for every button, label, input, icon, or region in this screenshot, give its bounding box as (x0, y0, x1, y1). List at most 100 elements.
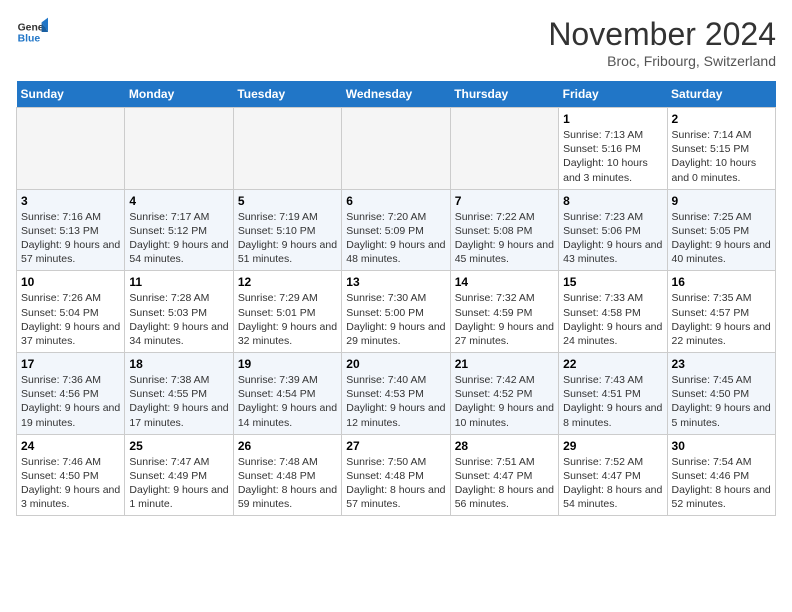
day-info: Sunrise: 7:54 AM Sunset: 4:46 PM Dayligh… (672, 455, 771, 512)
calendar-cell: 2 Sunrise: 7:14 AM Sunset: 5:15 PM Daylig… (667, 108, 775, 190)
svg-text:Blue: Blue (18, 34, 41, 45)
calendar-cell: 14 Sunrise: 7:32 AM Sunset: 4:59 PM Dayli… (450, 271, 558, 353)
day-number: 7 (455, 194, 554, 208)
day-info: Sunrise: 7:16 AM Sunset: 5:13 PM Dayligh… (21, 210, 120, 267)
day-info: Sunrise: 7:26 AM Sunset: 5:04 PM Dayligh… (21, 291, 120, 348)
calendar-cell: 23 Sunrise: 7:45 AM Sunset: 4:50 PM Dayli… (667, 353, 775, 435)
calendar-cell: 4 Sunrise: 7:17 AM Sunset: 5:12 PM Daylig… (125, 189, 233, 271)
month-title: November 2024 (548, 16, 776, 53)
calendar-cell: 5 Sunrise: 7:19 AM Sunset: 5:10 PM Daylig… (233, 189, 341, 271)
day-number: 21 (455, 357, 554, 371)
day-number: 4 (129, 194, 228, 208)
day-info: Sunrise: 7:51 AM Sunset: 4:47 PM Dayligh… (455, 455, 554, 512)
day-info: Sunrise: 7:46 AM Sunset: 4:50 PM Dayligh… (21, 455, 120, 512)
day-info: Sunrise: 7:28 AM Sunset: 5:03 PM Dayligh… (129, 291, 228, 348)
calendar-cell: 15 Sunrise: 7:33 AM Sunset: 4:58 PM Dayli… (559, 271, 667, 353)
day-number: 9 (672, 194, 771, 208)
day-info: Sunrise: 7:20 AM Sunset: 5:09 PM Dayligh… (346, 210, 445, 267)
calendar-cell (450, 108, 558, 190)
day-info: Sunrise: 7:43 AM Sunset: 4:51 PM Dayligh… (563, 373, 662, 430)
day-number: 16 (672, 275, 771, 289)
day-number: 2 (672, 112, 771, 126)
day-number: 19 (238, 357, 337, 371)
calendar-cell: 7 Sunrise: 7:22 AM Sunset: 5:08 PM Daylig… (450, 189, 558, 271)
day-info: Sunrise: 7:35 AM Sunset: 4:57 PM Dayligh… (672, 291, 771, 348)
week-row-4: 17 Sunrise: 7:36 AM Sunset: 4:56 PM Dayli… (17, 353, 776, 435)
calendar-cell: 17 Sunrise: 7:36 AM Sunset: 4:56 PM Dayli… (17, 353, 125, 435)
day-info: Sunrise: 7:23 AM Sunset: 5:06 PM Dayligh… (563, 210, 662, 267)
day-info: Sunrise: 7:17 AM Sunset: 5:12 PM Dayligh… (129, 210, 228, 267)
calendar-cell: 30 Sunrise: 7:54 AM Sunset: 4:46 PM Dayli… (667, 434, 775, 516)
calendar-cell (125, 108, 233, 190)
day-info: Sunrise: 7:45 AM Sunset: 4:50 PM Dayligh… (672, 373, 771, 430)
calendar-cell: 24 Sunrise: 7:46 AM Sunset: 4:50 PM Dayli… (17, 434, 125, 516)
calendar-cell: 6 Sunrise: 7:20 AM Sunset: 5:09 PM Daylig… (342, 189, 450, 271)
calendar-table: SundayMondayTuesdayWednesdayThursdayFrid… (16, 81, 776, 516)
day-info: Sunrise: 7:42 AM Sunset: 4:52 PM Dayligh… (455, 373, 554, 430)
day-number: 10 (21, 275, 120, 289)
calendar-cell: 10 Sunrise: 7:26 AM Sunset: 5:04 PM Dayli… (17, 271, 125, 353)
day-info: Sunrise: 7:29 AM Sunset: 5:01 PM Dayligh… (238, 291, 337, 348)
day-info: Sunrise: 7:13 AM Sunset: 5:16 PM Dayligh… (563, 128, 662, 185)
day-number: 20 (346, 357, 445, 371)
location-subtitle: Broc, Fribourg, Switzerland (548, 53, 776, 69)
weekday-header-thursday: Thursday (450, 81, 558, 108)
day-info: Sunrise: 7:25 AM Sunset: 5:05 PM Dayligh… (672, 210, 771, 267)
day-info: Sunrise: 7:47 AM Sunset: 4:49 PM Dayligh… (129, 455, 228, 512)
weekday-header-friday: Friday (559, 81, 667, 108)
day-number: 11 (129, 275, 228, 289)
calendar-cell: 26 Sunrise: 7:48 AM Sunset: 4:48 PM Dayli… (233, 434, 341, 516)
calendar-cell: 13 Sunrise: 7:30 AM Sunset: 5:00 PM Dayli… (342, 271, 450, 353)
day-info: Sunrise: 7:48 AM Sunset: 4:48 PM Dayligh… (238, 455, 337, 512)
day-number: 24 (21, 439, 120, 453)
weekday-header-row: SundayMondayTuesdayWednesdayThursdayFrid… (17, 81, 776, 108)
calendar-cell (233, 108, 341, 190)
day-number: 28 (455, 439, 554, 453)
calendar-cell: 11 Sunrise: 7:28 AM Sunset: 5:03 PM Dayli… (125, 271, 233, 353)
logo-icon: General Blue (16, 16, 48, 48)
calendar-cell: 22 Sunrise: 7:43 AM Sunset: 4:51 PM Dayli… (559, 353, 667, 435)
day-number: 23 (672, 357, 771, 371)
day-number: 1 (563, 112, 662, 126)
day-info: Sunrise: 7:33 AM Sunset: 4:58 PM Dayligh… (563, 291, 662, 348)
calendar-cell (342, 108, 450, 190)
page-header: General Blue November 2024 Broc, Fribour… (16, 16, 776, 69)
day-number: 14 (455, 275, 554, 289)
day-info: Sunrise: 7:14 AM Sunset: 5:15 PM Dayligh… (672, 128, 771, 185)
day-info: Sunrise: 7:19 AM Sunset: 5:10 PM Dayligh… (238, 210, 337, 267)
day-number: 13 (346, 275, 445, 289)
day-number: 5 (238, 194, 337, 208)
week-row-3: 10 Sunrise: 7:26 AM Sunset: 5:04 PM Dayli… (17, 271, 776, 353)
day-number: 25 (129, 439, 228, 453)
calendar-cell: 16 Sunrise: 7:35 AM Sunset: 4:57 PM Dayli… (667, 271, 775, 353)
calendar-cell: 9 Sunrise: 7:25 AM Sunset: 5:05 PM Daylig… (667, 189, 775, 271)
week-row-1: 1 Sunrise: 7:13 AM Sunset: 5:16 PM Daylig… (17, 108, 776, 190)
day-number: 26 (238, 439, 337, 453)
day-info: Sunrise: 7:40 AM Sunset: 4:53 PM Dayligh… (346, 373, 445, 430)
calendar-cell (17, 108, 125, 190)
day-number: 27 (346, 439, 445, 453)
weekday-header-sunday: Sunday (17, 81, 125, 108)
day-info: Sunrise: 7:22 AM Sunset: 5:08 PM Dayligh… (455, 210, 554, 267)
day-number: 15 (563, 275, 662, 289)
week-row-2: 3Sunrise: 7:16 AM Sunset: 5:13 PM Daylig… (17, 189, 776, 271)
calendar-cell: 20 Sunrise: 7:40 AM Sunset: 4:53 PM Dayli… (342, 353, 450, 435)
calendar-cell: 19Sunrise: 7:39 AM Sunset: 4:54 PM Dayli… (233, 353, 341, 435)
week-row-5: 24 Sunrise: 7:46 AM Sunset: 4:50 PM Dayli… (17, 434, 776, 516)
day-number: 30 (672, 439, 771, 453)
day-number: 12 (238, 275, 337, 289)
day-info: Sunrise: 7:38 AM Sunset: 4:55 PM Dayligh… (129, 373, 228, 430)
day-info: Sunrise: 7:30 AM Sunset: 5:00 PM Dayligh… (346, 291, 445, 348)
day-info: Sunrise: 7:32 AM Sunset: 4:59 PM Dayligh… (455, 291, 554, 348)
day-number: 6 (346, 194, 445, 208)
day-number: 17 (21, 357, 120, 371)
weekday-header-monday: Monday (125, 81, 233, 108)
calendar-cell: 1 Sunrise: 7:13 AM Sunset: 5:16 PM Daylig… (559, 108, 667, 190)
day-info: Sunrise: 7:36 AM Sunset: 4:56 PM Dayligh… (21, 373, 120, 430)
weekday-header-tuesday: Tuesday (233, 81, 341, 108)
day-number: 22 (563, 357, 662, 371)
calendar-cell: 29Sunrise: 7:52 AM Sunset: 4:47 PM Dayli… (559, 434, 667, 516)
weekday-header-wednesday: Wednesday (342, 81, 450, 108)
calendar-cell: 21 Sunrise: 7:42 AM Sunset: 4:52 PM Dayli… (450, 353, 558, 435)
calendar-cell: 27Sunrise: 7:50 AM Sunset: 4:48 PM Dayli… (342, 434, 450, 516)
